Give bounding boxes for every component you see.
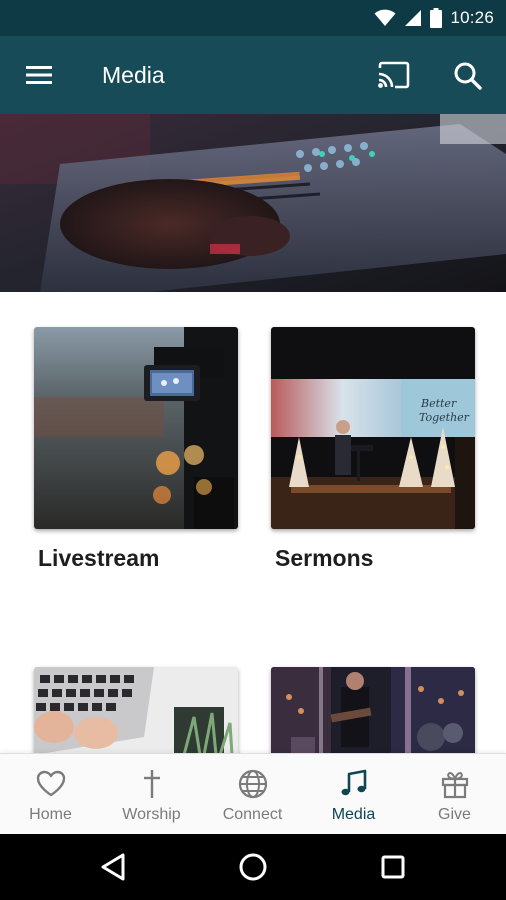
gift-icon bbox=[441, 772, 468, 799]
nav-item-give[interactable]: Give bbox=[404, 754, 505, 835]
band-card[interactable] bbox=[271, 667, 475, 755]
nav-item-media[interactable]: Media bbox=[303, 754, 404, 835]
system-back-button[interactable] bbox=[96, 849, 132, 885]
nav-label-connect: Connect bbox=[222, 806, 283, 823]
music-note-icon bbox=[341, 769, 366, 796]
system-navigation-bar bbox=[0, 834, 506, 900]
home-circle-icon bbox=[239, 853, 267, 881]
heart-icon bbox=[36, 770, 65, 797]
nav-item-home[interactable]: Home bbox=[0, 754, 101, 835]
mixing-console-image bbox=[0, 114, 506, 292]
status-time: 10:26 bbox=[450, 8, 494, 27]
nav-label-worship: Worship bbox=[122, 806, 181, 823]
system-home-button[interactable] bbox=[235, 849, 271, 885]
sermons-label[interactable]: Sermons bbox=[275, 545, 373, 572]
system-recents-button[interactable] bbox=[375, 849, 411, 885]
status-bar: 10:26 bbox=[0, 0, 506, 36]
nav-label-home: Home bbox=[29, 806, 72, 823]
nav-item-connect[interactable]: Connect bbox=[202, 754, 303, 835]
nav-label-media: Media bbox=[331, 806, 376, 823]
livestream-thumbnail bbox=[34, 327, 238, 529]
svg-text:Better: Better bbox=[420, 397, 457, 410]
menu-button[interactable] bbox=[22, 61, 56, 89]
cast-button[interactable] bbox=[376, 60, 412, 90]
sermons-thumbnail: Better Together bbox=[271, 327, 475, 529]
cell-signal-icon bbox=[405, 10, 422, 26]
back-icon bbox=[101, 853, 125, 881]
hero-banner bbox=[0, 114, 506, 292]
cast-icon bbox=[378, 61, 410, 89]
nav-label-give: Give bbox=[438, 806, 471, 823]
band-thumbnail bbox=[271, 667, 475, 755]
search-icon bbox=[454, 62, 482, 90]
wifi-icon bbox=[374, 9, 396, 26]
svg-text:Together: Together bbox=[419, 411, 470, 424]
globe-icon bbox=[238, 769, 267, 799]
nav-item-worship[interactable]: Worship bbox=[101, 754, 202, 835]
laptop-thumbnail bbox=[34, 667, 238, 755]
menu-icon bbox=[26, 66, 52, 84]
recents-icon bbox=[381, 855, 405, 879]
page-title: Media bbox=[102, 62, 165, 88]
livestream-label[interactable]: Livestream bbox=[38, 545, 159, 572]
laptop-card[interactable] bbox=[34, 667, 238, 755]
bottom-navigation: Home Worship Connect Media Give bbox=[0, 753, 506, 834]
sermons-card[interactable]: Better Together bbox=[271, 327, 475, 529]
search-button[interactable] bbox=[452, 60, 484, 92]
status-icons: 10:26 bbox=[374, 0, 494, 36]
cross-icon bbox=[143, 770, 160, 798]
livestream-card[interactable] bbox=[34, 327, 238, 529]
app-bar: Media bbox=[0, 36, 506, 114]
battery-icon bbox=[430, 8, 443, 28]
